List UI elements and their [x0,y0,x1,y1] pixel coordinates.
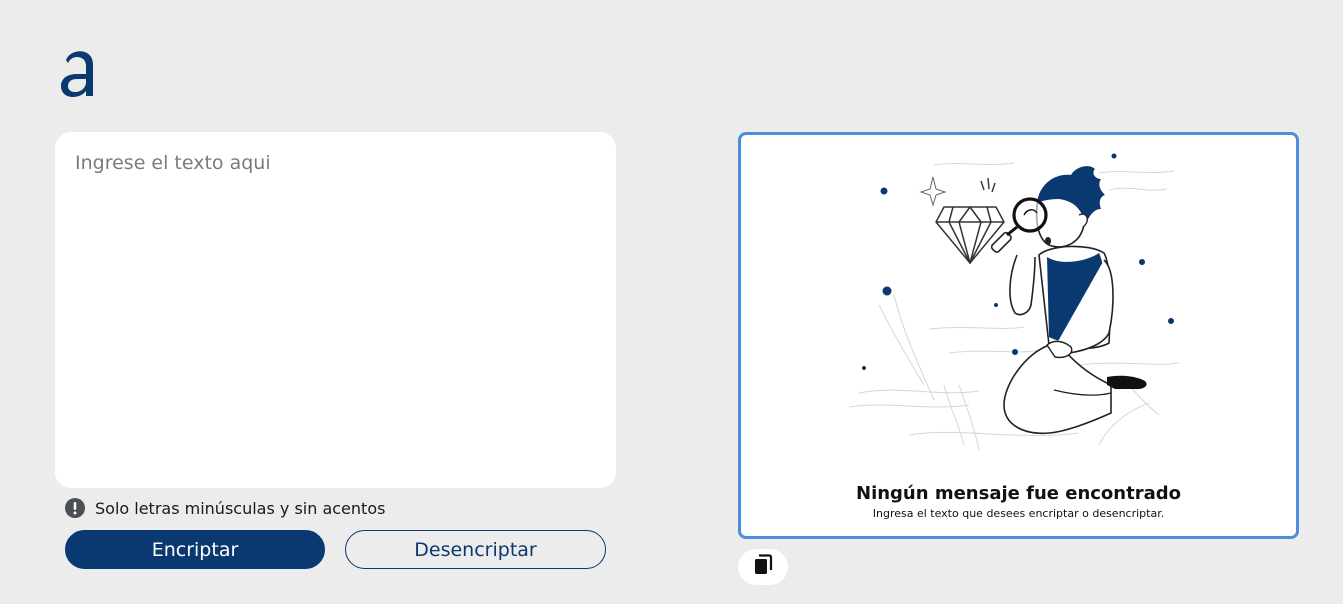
logo-icon [60,46,96,100]
exclamation-circle-icon [65,498,85,518]
output-panel: Ningún mensaje fue encontrado Ingresa el… [738,132,1299,539]
output-subtitle: Ingresa el texto que desees encriptar o … [872,507,1165,520]
page: Solo letras minúsculas y sin acentos Enc… [0,0,1343,604]
output-title: Ningún mensaje fue encontrado [856,483,1181,504]
decrypt-button[interactable]: Desencriptar [345,530,606,569]
input-warning: Solo letras minúsculas y sin acentos [65,497,385,519]
copy-button[interactable] [738,549,788,585]
encrypt-button[interactable]: Encriptar [65,530,325,569]
empty-state-illustration [849,153,1180,451]
message-input[interactable] [55,132,616,488]
copy-icon [752,554,774,580]
warning-text: Solo letras minúsculas y sin acentos [95,498,386,518]
input-card [55,132,616,488]
